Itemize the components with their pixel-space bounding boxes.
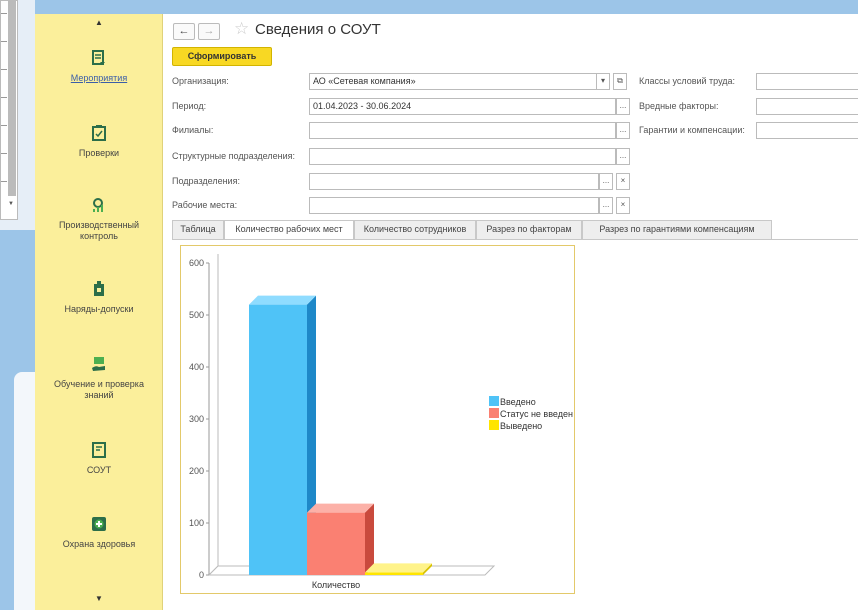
units-field[interactable] bbox=[309, 173, 599, 190]
legend-label: Статус не введен bbox=[500, 409, 573, 419]
y-tick-label: 300 bbox=[189, 414, 204, 424]
bar-1 bbox=[307, 512, 365, 575]
guarantees-label: Гарантии и компенсации: bbox=[639, 125, 745, 135]
production-control-icon bbox=[93, 198, 103, 212]
tab-workplaces-count[interactable]: Количество рабочих мест bbox=[224, 220, 354, 240]
sidebar-item-health[interactable]: Охрана здоровья bbox=[35, 516, 163, 550]
sidebar-scroll-up-icon[interactable]: ▲ bbox=[35, 18, 163, 27]
dropdown-icon[interactable]: ▾ bbox=[596, 73, 610, 90]
legend-item: Выведено bbox=[489, 420, 573, 432]
y-tick-label: 0 bbox=[199, 570, 204, 580]
y-tick-label: 100 bbox=[189, 518, 204, 528]
chart-legend: Введено Статус не введен Выведено bbox=[489, 396, 573, 432]
period-select-button[interactable]: ... bbox=[616, 98, 630, 115]
main-content: ← → ☆ Сведения о СОУТ Сформировать Орган… bbox=[163, 14, 858, 610]
guarantees-field[interactable] bbox=[756, 122, 858, 139]
background-top-strip bbox=[35, 0, 858, 14]
bar-top-1 bbox=[307, 503, 374, 513]
bar-top-0 bbox=[249, 295, 316, 305]
events-icon bbox=[92, 50, 105, 65]
bar-0 bbox=[249, 304, 307, 575]
tab-divider bbox=[172, 239, 858, 240]
units-select-button[interactable]: ... bbox=[599, 173, 613, 190]
sidebar-item-label: Мероприятия bbox=[70, 73, 128, 83]
struct-units-select-button[interactable]: ... bbox=[616, 148, 630, 165]
background-left-panel bbox=[14, 372, 35, 610]
sidebar-item-label: Проверки bbox=[78, 148, 120, 158]
tab-employees-count[interactable]: Количество сотрудников bbox=[354, 220, 476, 239]
tab-factors[interactable]: Разрез по факторам bbox=[476, 220, 582, 239]
organization-label: Организация: bbox=[172, 76, 229, 86]
workplaces-label: Рабочие места: bbox=[172, 200, 238, 210]
bar-2 bbox=[365, 572, 423, 575]
x-category-label: Количество bbox=[312, 580, 360, 590]
harmful-factors-label: Вредные факторы: bbox=[639, 101, 719, 111]
sidebar-item-label: Обучение и проверка знаний bbox=[54, 379, 144, 400]
sidebar-item-training[interactable]: Обучение и проверка знаний bbox=[35, 356, 163, 401]
period-field[interactable]: 01.04.2023 - 30.06.2024 bbox=[309, 98, 616, 115]
tab-guarantees[interactable]: Разрез по гарантиями компенсациям bbox=[582, 220, 772, 239]
legend-item: Введено bbox=[489, 396, 573, 408]
legend-swatch bbox=[489, 420, 499, 430]
workplaces-clear-icon[interactable]: × bbox=[616, 197, 630, 214]
bar-top-2 bbox=[365, 563, 432, 573]
left-list-panel: ▼ bbox=[0, 0, 18, 220]
branches-field[interactable] bbox=[309, 122, 616, 139]
period-label: Период: bbox=[172, 101, 207, 111]
sidebar-item-events[interactable]: Мероприятия bbox=[35, 50, 163, 84]
sidebar-item-label: СОУТ bbox=[86, 465, 112, 475]
health-icon bbox=[92, 517, 106, 531]
work-classes-label: Классы условий труда: bbox=[639, 76, 736, 86]
legend-swatch bbox=[489, 396, 499, 406]
sidebar-item-label: Производственный контроль bbox=[58, 220, 140, 241]
sidebar-item-label: Охрана здоровья bbox=[62, 539, 136, 549]
chevron-down-icon[interactable]: ▼ bbox=[8, 201, 14, 207]
bar-side-1 bbox=[365, 503, 374, 575]
units-label: Подразделения: bbox=[172, 176, 240, 186]
sout-icon bbox=[92, 442, 106, 458]
chart-back-wall bbox=[208, 254, 219, 576]
sidebar-item-sout[interactable]: СОУТ bbox=[35, 442, 163, 476]
page-title: Сведения о СОУТ bbox=[255, 21, 381, 38]
organization-field[interactable]: АО «Сетевая компания» bbox=[309, 73, 597, 90]
legend-swatch bbox=[489, 408, 499, 418]
work-classes-field[interactable] bbox=[756, 73, 858, 90]
back-button[interactable]: ← bbox=[173, 23, 195, 40]
work-permits-icon bbox=[94, 281, 104, 296]
training-icon bbox=[92, 357, 105, 371]
forward-button[interactable]: → bbox=[198, 23, 220, 40]
workplaces-select-button[interactable]: ... bbox=[599, 197, 613, 214]
legend-label: Выведено bbox=[500, 421, 543, 431]
open-icon[interactable]: ⧉ bbox=[613, 73, 627, 90]
harmful-factors-field[interactable] bbox=[756, 98, 858, 115]
y-tick-label: 400 bbox=[189, 362, 204, 372]
y-tick-label: 600 bbox=[189, 258, 204, 268]
struct-units-field[interactable] bbox=[309, 148, 616, 165]
sidebar: ▲ Мероприятия Проверки Производственный … bbox=[35, 14, 163, 610]
legend-item: Статус не введен bbox=[489, 408, 573, 420]
branches-select-button[interactable]: ... bbox=[616, 122, 630, 139]
sidebar-item-label: Наряды-допуски bbox=[64, 304, 134, 314]
units-clear-icon[interactable]: × bbox=[616, 173, 630, 190]
legend-label: Введено bbox=[500, 397, 536, 407]
left-scrollbar[interactable] bbox=[8, 1, 16, 196]
y-tick-label: 500 bbox=[189, 310, 204, 320]
sidebar-scroll-down-icon[interactable]: ▼ bbox=[35, 594, 163, 603]
sidebar-item-work-permits[interactable]: Наряды-допуски bbox=[35, 281, 163, 315]
struct-units-label: Структурные подразделения: bbox=[172, 151, 295, 161]
sidebar-item-production-control[interactable]: Производственный контроль bbox=[35, 197, 163, 242]
workplaces-field[interactable] bbox=[309, 197, 599, 214]
generate-button[interactable]: Сформировать bbox=[172, 47, 272, 66]
y-tick-label: 200 bbox=[189, 466, 204, 476]
favorite-star-icon[interactable]: ☆ bbox=[234, 19, 249, 39]
tab-table[interactable]: Таблица bbox=[172, 220, 224, 239]
branches-label: Филиалы: bbox=[172, 125, 214, 135]
checks-icon bbox=[92, 125, 106, 141]
sidebar-item-checks[interactable]: Проверки bbox=[35, 125, 163, 159]
chart-container: 0 100 200 300 400 500 600 Количество Введено Ста… bbox=[180, 245, 575, 594]
